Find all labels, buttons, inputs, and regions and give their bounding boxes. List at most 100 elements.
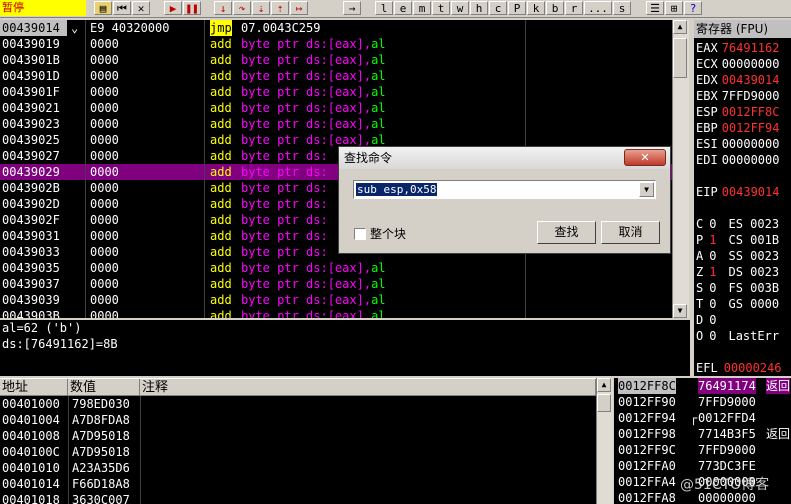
scroll-down-icon[interactable]: ▼: [673, 304, 687, 318]
flag-name: T: [696, 297, 704, 311]
scroll-thumb[interactable]: [673, 38, 687, 78]
run-icon[interactable]: ▶: [164, 1, 182, 15]
register-row[interactable]: EBP 0012FF94: [696, 120, 779, 136]
tb-letter-dots[interactable]: ...: [584, 1, 612, 15]
scroll-up-icon[interactable]: ▲: [673, 20, 687, 34]
register-row[interactable]: ECX 00000000: [696, 56, 779, 72]
disasm-mnemonic: add: [210, 85, 232, 99]
flag-row[interactable]: T 0 GS 0000: [696, 296, 779, 312]
dump-pane[interactable]: 00401000 798ED030 00401004 A7D8FDA8 00401008…: [0, 396, 596, 504]
step-into-icon[interactable]: ↓: [214, 1, 232, 15]
dump-header-comment[interactable]: 注释: [140, 379, 596, 396]
tb-letter-l[interactable]: l: [375, 1, 393, 15]
scroll-up-icon[interactable]: ▲: [597, 378, 611, 392]
flag-name: A: [696, 249, 704, 263]
execute-till-return-icon[interactable]: ↦: [290, 1, 308, 15]
goto-icon[interactable]: →: [343, 1, 361, 15]
registers-pane[interactable]: 寄存器 (FPU) EAX 76491162 ECX 00000000 EDX 00439…: [694, 20, 791, 376]
stack-row[interactable]: 0012FF94 0012FFD4 ┌: [614, 410, 791, 426]
disasm-operand: 07.0043C259: [241, 21, 321, 35]
disasm-row[interactable]: 00439014 ⌄ E9 40320000 jmp 07.0043C259: [0, 20, 672, 36]
tb-letter-b[interactable]: b: [546, 1, 564, 15]
disassembly-scrollbar[interactable]: ▲ ▼: [672, 20, 689, 318]
operand-prefix: byte ptr: [241, 117, 307, 131]
dump-header-value[interactable]: 数值: [68, 379, 140, 396]
tb-letter-t[interactable]: t: [432, 1, 450, 15]
stack-row[interactable]: 0012FFA0 773DC3FE: [614, 458, 791, 474]
flag-row[interactable]: P 1 CS 001B: [696, 232, 779, 248]
register-row[interactable]: EDI 00000000: [696, 152, 779, 168]
tb-letter-h[interactable]: h: [470, 1, 488, 15]
open-icon[interactable]: ▤: [94, 1, 112, 15]
find-button[interactable]: 查找: [537, 221, 596, 244]
chevron-down-icon[interactable]: ▼: [639, 182, 654, 197]
tb-letter-m[interactable]: m: [413, 1, 431, 15]
disasm-row[interactable]: 00439035 0000 add byte ptr ds:[eax],al: [0, 260, 672, 276]
efl-row[interactable]: EFL 00000246: [696, 360, 781, 376]
tb-letter-k[interactable]: k: [527, 1, 545, 15]
flag-row[interactable]: S 0 FS 003B: [696, 280, 779, 296]
disasm-row[interactable]: 00439021 0000 add byte ptr ds:[eax],al: [0, 100, 672, 116]
command-input[interactable]: sub esp,0x58 ▼: [353, 180, 656, 199]
dump-scrollbar[interactable]: ▲: [596, 378, 613, 504]
register-row[interactable]: ESI 00000000: [696, 136, 779, 152]
tb-letter-e[interactable]: e: [394, 1, 412, 15]
register-name: EAX: [696, 41, 718, 55]
scroll-thumb[interactable]: [597, 394, 611, 412]
close-program-icon[interactable]: ✕: [132, 1, 150, 15]
flag-name: O: [696, 329, 704, 343]
dump-header: 地址 数值 注释: [0, 378, 612, 396]
disasm-mnemonic: add: [210, 117, 232, 131]
stack-row[interactable]: 0012FF90 7FFD9000: [614, 394, 791, 410]
flag-row[interactable]: C 0 ES 0023: [696, 216, 779, 232]
register-row[interactable]: EDX 00439014: [696, 72, 779, 88]
entire-block-label[interactable]: 整个块: [370, 225, 406, 242]
flag-row[interactable]: Z 1 DS 0023: [696, 264, 779, 280]
stack-row[interactable]: 0012FF98 7714B3F5 返回: [614, 426, 791, 442]
flag-row[interactable]: A 0 SS 0023: [696, 248, 779, 264]
disasm-address: 0043902F: [2, 213, 60, 227]
disasm-row[interactable]: 0043901F 0000 add byte ptr ds:[eax],al: [0, 84, 672, 100]
trace-into-icon[interactable]: ⇣: [252, 1, 270, 15]
disasm-row[interactable]: 0043903B 0000 add byte ptr ds:[eax],al: [0, 308, 672, 318]
stack-row[interactable]: 0012FF9C 7FFD9000: [614, 442, 791, 458]
register-row[interactable]: [696, 200, 700, 216]
options-icon[interactable]: ⊞: [665, 1, 683, 15]
disasm-row[interactable]: 00439023 0000 add byte ptr ds:[eax],al: [0, 116, 672, 132]
register-row[interactable]: EIP 00439014: [696, 184, 779, 200]
pause-icon[interactable]: ❚❚: [183, 1, 201, 15]
disasm-row[interactable]: 00439039 0000 add byte ptr ds:[eax],al: [0, 292, 672, 308]
step-over-icon[interactable]: ↷: [233, 1, 251, 15]
tb-letter-s[interactable]: s: [613, 1, 631, 15]
help-icon[interactable]: ?: [684, 1, 702, 15]
tb-letter-c[interactable]: c: [489, 1, 507, 15]
disasm-row[interactable]: 0043901B 0000 add byte ptr ds:[eax],al: [0, 52, 672, 68]
restart-icon[interactable]: ⏮: [113, 1, 131, 15]
close-icon[interactable]: ✕: [624, 149, 666, 166]
flag-row[interactable]: O 0 LastErr: [696, 328, 779, 344]
flag-row[interactable]: D0: [696, 312, 728, 328]
disasm-row[interactable]: 00439019 0000 add byte ptr ds:[eax],al: [0, 36, 672, 52]
dump-header-address[interactable]: 地址: [0, 379, 68, 396]
dump-value: F66D18A8: [72, 477, 130, 491]
disasm-operand: byte ptr ds:[eax],al: [241, 260, 386, 276]
operand-memory: ds:: [306, 165, 328, 179]
stack-row[interactable]: 0012FF8C 76491174 返回: [614, 378, 791, 394]
register-row[interactable]: ESP 0012FF8C: [696, 104, 779, 120]
register-row[interactable]: [696, 168, 700, 184]
register-row[interactable]: EBX 7FFD9000: [696, 88, 779, 104]
cancel-button[interactable]: 取消: [601, 221, 660, 244]
register-row[interactable]: EAX 76491162: [696, 40, 779, 56]
tb-letter-w[interactable]: w: [451, 1, 469, 15]
entire-block-checkbox[interactable]: [354, 228, 366, 240]
list-icon[interactable]: ☰: [646, 1, 664, 15]
tb-letter-r[interactable]: r: [565, 1, 583, 15]
trace-over-icon[interactable]: ⇡: [271, 1, 289, 15]
disasm-operand: byte ptr ds:: [241, 148, 328, 164]
command-input-value[interactable]: sub esp,0x58: [356, 183, 438, 196]
disasm-row[interactable]: 00439037 0000 add byte ptr ds:[eax],al: [0, 276, 672, 292]
flag-value: 0: [709, 297, 717, 311]
tb-letter-p[interactable]: P: [508, 1, 526, 15]
operand-prefix: byte ptr: [241, 197, 307, 211]
disasm-row[interactable]: 0043901D 0000 add byte ptr ds:[eax],al: [0, 68, 672, 84]
